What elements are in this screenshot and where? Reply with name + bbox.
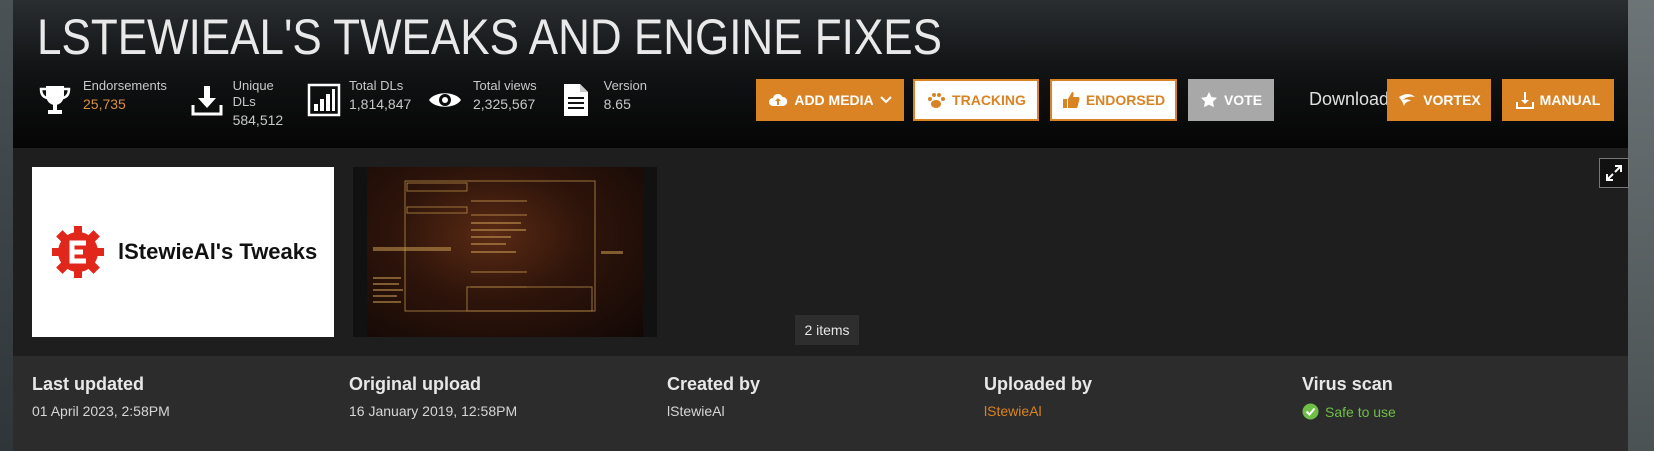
download-icon [189,80,225,120]
stat-label: Version [603,78,647,93]
settings-screenshot-graphic [373,180,623,312]
tracking-button[interactable]: TRACKING [913,79,1039,121]
vortex-button[interactable]: VORTEX [1387,79,1491,121]
add-media-label: ADD MEDIA [794,92,874,108]
stat-label: Endorsements [83,78,167,93]
meta-label: Created by [667,374,761,394]
mod-page-panel: LSTEWIEAL'S TWEAKS AND ENGINE FIXES Endo… [13,0,1629,451]
meta-label: Last updated [32,374,145,394]
star-icon [1200,92,1217,108]
tracking-label: TRACKING [952,92,1026,108]
add-media-button[interactable]: ADD MEDIA [756,79,904,121]
gallery-items-count: 2 items [795,315,859,345]
virus-scan-status: Safe to use [1302,403,1396,420]
stat-value: 2,325,567 [473,96,536,112]
meta-virus-scan: Virus scan Safe to use [1302,374,1396,420]
thumbs-up-icon [1062,92,1080,108]
meta-label: Uploaded by [984,374,1093,394]
meta-value: 01 April 2023, 2:58PM [32,403,170,419]
stat-label: Total DLs [349,78,404,93]
meta-original-upload: Original upload 16 January 2019, 12:58PM [349,374,517,419]
stat-value: 584,512 [232,112,284,128]
stat-value: 8.65 [603,96,631,112]
expand-gallery-button[interactable] [1599,158,1629,188]
stat-total-dls: Total DLs 1,814,847 [307,78,411,128]
chevron-down-icon [879,96,892,104]
paw-icon [928,93,946,108]
trophy-icon [35,80,75,120]
stat-endorsements: Endorsements 25,735 [35,78,175,128]
stat-version: Version 8.65 [557,78,647,128]
stat-label: Unique DLs [232,78,274,109]
expand-icon [1606,165,1622,181]
check-circle-icon [1302,403,1319,420]
stat-value: 1,814,847 [349,96,412,112]
meta-created-by: Created by lStewieAl [667,374,760,419]
file-metadata: Last updated 01 April 2023, 2:58PM Origi… [13,356,1628,451]
stats-bar: Endorsements 25,735 Unique DLs 584,512 T… [35,78,661,128]
meta-value: lStewieAl [667,403,725,419]
mod-header: LSTEWIEAL'S TWEAKS AND ENGINE FIXES Endo… [13,0,1628,148]
gallery-thumbnail-logo[interactable]: lStewieAl's Tweaks [32,167,334,337]
meta-label: Virus scan [1302,374,1393,394]
manual-button[interactable]: MANUAL [1502,79,1614,121]
endorsed-label: ENDORSED [1085,92,1166,108]
stat-label: Total views [473,78,537,93]
virus-scan-text: Safe to use [1325,403,1396,420]
gear-logo-icon [52,226,104,278]
endorsed-button[interactable]: ENDORSED [1050,79,1177,121]
download-label: Download: [1309,89,1395,109]
game-screenshot [367,167,643,337]
meta-uploaded-by: Uploaded by lStewieAl [984,374,1092,419]
thumbnail-logo-text: lStewieAl's Tweaks [118,239,318,264]
vortex-icon [1399,94,1416,106]
stat-total-views: Total views 2,325,567 [425,78,543,128]
meta-label: Original upload [349,374,482,394]
eye-icon [425,80,465,120]
upload-cloud-icon [769,93,788,106]
media-gallery: lStewieAl's Tweaks 2 items [13,148,1629,356]
meta-last-updated: Last updated 01 April 2023, 2:58PM [32,374,170,419]
document-icon [557,80,596,120]
stat-unique-dls: Unique DLs 584,512 [189,78,293,128]
vote-button[interactable]: VOTE [1188,79,1274,121]
vortex-label: VORTEX [1423,92,1481,108]
gallery-thumbnail-screenshot[interactable] [353,167,657,337]
stat-value: 25,735 [83,96,126,112]
uploader-link[interactable]: lStewieAl [984,403,1092,419]
manual-label: MANUAL [1539,92,1601,108]
background-right [1628,0,1654,451]
vote-label: VOTE [1223,92,1263,108]
background-left [0,0,13,451]
manual-download-icon [1515,92,1534,109]
mod-title: LSTEWIEAL'S TWEAKS AND ENGINE FIXES [37,9,942,65]
bar-chart-icon [307,80,341,120]
meta-value: 16 January 2019, 12:58PM [349,403,518,419]
